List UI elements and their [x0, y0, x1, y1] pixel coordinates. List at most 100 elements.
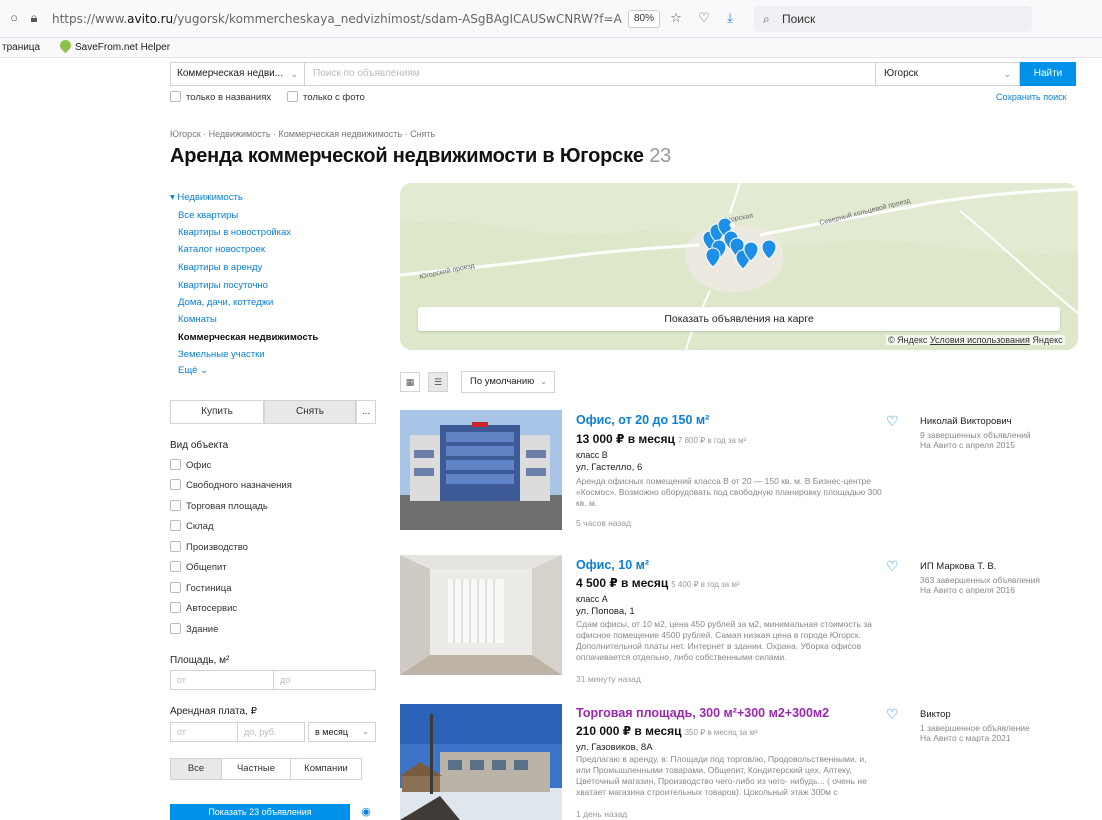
buy-button[interactable]: Купить: [170, 400, 264, 424]
chevron-down-icon: ⌄: [1003, 69, 1011, 79]
sidebar-item-new-flats[interactable]: Квартиры в новостройках: [178, 227, 291, 238]
more-deal-button[interactable]: ...: [356, 400, 376, 424]
search-icon: ⌕: [763, 12, 770, 26]
sort-select[interactable]: По умолчанию ⌄: [461, 371, 555, 393]
checkbox[interactable]: [287, 91, 298, 102]
deal-type-toggle: Купить Снять ...: [170, 400, 376, 424]
seller-type-toggle: Все Частные Компании: [170, 758, 362, 780]
object-type-warehouse[interactable]: Склад: [170, 520, 214, 534]
object-type-office[interactable]: Офис: [170, 459, 211, 473]
results-count: 23: [649, 145, 672, 167]
listing-title[interactable]: Офис, от 20 до 150 м²: [576, 413, 709, 427]
object-type-hotel[interactable]: Гостиница: [170, 582, 231, 596]
pocket-icon[interactable]: ♡: [696, 10, 712, 26]
grid-view-icon[interactable]: ▦: [400, 372, 420, 392]
map-pin-dot: [729, 222, 735, 228]
sidebar-item-rooms[interactable]: Комнаты: [178, 314, 217, 325]
object-type-retail[interactable]: Торговая площадь: [170, 500, 268, 514]
map-terms-link[interactable]: Условия использования: [930, 335, 1030, 345]
bookmarks-bar: траница SaveFrom.net Helper: [0, 37, 1102, 58]
object-type-free[interactable]: Свободного назначения: [170, 479, 292, 493]
sidebar-item-land[interactable]: Земельные участки: [178, 349, 265, 360]
object-type-building[interactable]: Здание: [170, 623, 218, 637]
checkbox[interactable]: [170, 91, 181, 102]
seller-ads-count: 1 завершенное объявление: [920, 723, 1030, 733]
address-bar[interactable]: https://www.avito.ru/yugorsk/kommerchesk…: [52, 8, 622, 30]
sidebar-category-head[interactable]: ▾ Недвижимость: [170, 192, 243, 203]
seller-name[interactable]: ИП Маркова Т. В.: [920, 561, 996, 572]
listing-class: класс А: [576, 594, 608, 604]
favorite-heart-icon[interactable]: ♡: [886, 707, 899, 721]
chevron-down-icon: ⌄: [290, 69, 298, 79]
checkbox[interactable]: [170, 520, 181, 531]
favorite-heart-icon[interactable]: ♡: [886, 559, 899, 573]
checkbox[interactable]: [170, 582, 181, 593]
checkbox[interactable]: [170, 623, 181, 634]
listing-title[interactable]: Офис, 10 м²: [576, 558, 649, 572]
checkbox[interactable]: [170, 602, 181, 613]
seller-name[interactable]: Виктор: [920, 709, 951, 720]
show-results-button[interactable]: Показать 23 объявления: [170, 804, 350, 820]
rent-button[interactable]: Снять: [264, 400, 356, 424]
seller-company-button[interactable]: Компании: [290, 758, 362, 780]
browser-search-input[interactable]: ⌕ Поиск: [754, 6, 1032, 32]
listing-description: Предлагаю в аренду, в: Площади под торго…: [576, 754, 867, 797]
breadcrumb[interactable]: Югорск · Недвижимость · Коммерческая нед…: [170, 129, 435, 139]
listing-photo[interactable]: [400, 410, 562, 530]
savefrom-icon: [57, 37, 74, 54]
sidebar-item-commercial[interactable]: Коммерческая недвижимость: [178, 332, 318, 343]
seller-all-button[interactable]: Все: [170, 758, 222, 780]
bookmark-page[interactable]: траница: [2, 38, 40, 58]
page-title: Аренда коммерческой недвижимости в Югорс…: [170, 145, 672, 167]
building-photo: [400, 410, 562, 530]
seller-private-button[interactable]: Частные: [221, 758, 291, 780]
seller-name[interactable]: Николай Викторович: [920, 416, 1012, 427]
only-photo-checkbox[interactable]: только с фото: [287, 91, 365, 105]
checkbox[interactable]: [170, 479, 181, 490]
list-view-icon[interactable]: ☰: [428, 372, 448, 392]
listing-description: Сдам офисы, от 10 м2, цена 450 рублей за…: [576, 619, 872, 662]
rent-from-input[interactable]: от: [170, 722, 238, 742]
show-on-map-button[interactable]: Показать объявления на карге: [418, 307, 1060, 331]
checkbox[interactable]: [170, 541, 181, 552]
object-type-production[interactable]: Производство: [170, 541, 248, 555]
checkbox[interactable]: [170, 459, 181, 470]
listing-photo[interactable]: [400, 704, 562, 820]
sidebar-item-daily-flats[interactable]: Квартиры посуточно: [178, 280, 268, 291]
zoom-level[interactable]: 80%: [628, 10, 661, 28]
bookmark-savefrom[interactable]: SaveFrom.net Helper: [57, 37, 170, 58]
checkbox[interactable]: [170, 561, 181, 572]
find-button[interactable]: Найти: [1020, 62, 1076, 86]
listing-time: 1 день назад: [576, 809, 628, 819]
object-type-catering[interactable]: Общепит: [170, 561, 227, 575]
checkbox[interactable]: [170, 500, 181, 511]
object-type-autoservice[interactable]: Автосервис: [170, 602, 237, 616]
save-search-link[interactable]: Сохранить поиск: [996, 92, 1067, 102]
search-query-input[interactable]: Поиск по объявлениям: [304, 62, 876, 86]
sidebar-item-houses[interactable]: Дома, дачи, коттеджи: [178, 297, 273, 308]
listing-price: 4 500 ₽ в месяц 5 400 ₽ в год за м²: [576, 576, 740, 590]
browser-toolbar: ○ 🔒︎ https://www.avito.ru/yugorsk/kommer…: [0, 0, 1102, 38]
listing-photo[interactable]: [400, 555, 562, 675]
office-room-photo: [400, 555, 562, 675]
area-to-input[interactable]: до: [273, 670, 376, 690]
favorite-heart-icon[interactable]: ♡: [886, 414, 899, 428]
lock-icon[interactable]: 🔒︎: [26, 10, 42, 26]
sidebar-item-all-flats[interactable]: Все квартиры: [178, 210, 238, 221]
sidebar-item-rent-flats[interactable]: Квартиры в аренду: [178, 262, 262, 273]
star-icon[interactable]: ☆: [668, 10, 684, 26]
listing-title[interactable]: Торговая площадь, 300 м²+300 м2+300м2: [576, 706, 829, 720]
city-select[interactable]: Югорск ⌄: [876, 62, 1020, 86]
sidebar-item-more[interactable]: Ещё ⌄: [178, 365, 208, 376]
sidebar-item-catalog[interactable]: Каталог новостроек: [178, 244, 265, 255]
rent-to-input[interactable]: до, руб.: [237, 722, 305, 742]
rent-period-select[interactable]: в месяц ⌄: [308, 722, 376, 742]
download-icon[interactable]: ⤓: [722, 10, 738, 26]
area-from-input[interactable]: от: [170, 670, 274, 690]
map-pin-icon[interactable]: ◉: [356, 804, 376, 820]
listing-class: класс B: [576, 450, 608, 460]
only-titles-checkbox[interactable]: только в названиях: [170, 91, 271, 105]
category-select[interactable]: Коммерческая недви... ⌄: [170, 62, 304, 86]
shield-icon[interactable]: ○: [6, 10, 22, 26]
seller-ads-count: 363 завершенных объявления: [920, 575, 1040, 585]
